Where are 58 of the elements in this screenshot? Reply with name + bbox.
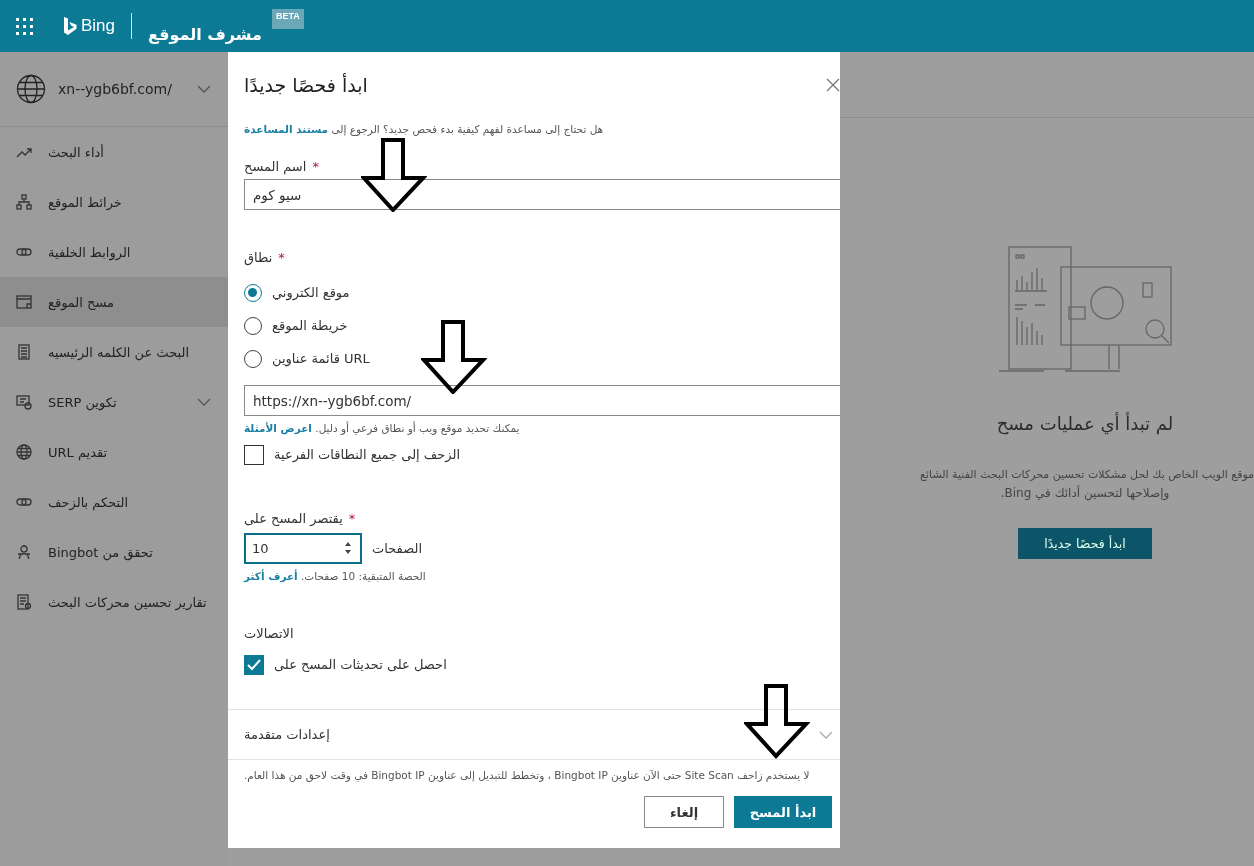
required-mark: * — [312, 158, 319, 174]
field-label: اسم المسح — [244, 158, 307, 174]
description-text: وإصلاحها لتحسين أدائك في Bing. — [1000, 484, 1170, 502]
option-label: موقع الكتروني — [272, 285, 350, 300]
field-label: نطاق — [244, 249, 273, 265]
window-icon — [16, 294, 32, 310]
screen-icon — [16, 394, 32, 410]
info-note: لا يستخدم زاحف Site Scan حتى الآن عناوين Bingbot IP ، وتخطط للتبديل إلى عناوين Bingbot IP في وقت لاحق من هذا العام. — [244, 768, 811, 783]
checkbox[interactable] — [244, 654, 264, 675]
nav-item[interactable]: تكوين SERP — [0, 377, 228, 427]
checkbox-label: الزحف إلى جميع النطاقات الفرعية — [274, 447, 461, 462]
nav-item[interactable]: تقديم URL — [0, 427, 228, 477]
scan-name-field[interactable]: سيو كوم — [244, 179, 840, 210]
new-scan-button[interactable]: ابدأ فحصًا جديدًا — [1018, 528, 1152, 559]
quota-text: الحصة المتبقية: 10 صفحات. أعرف أكثر — [244, 568, 426, 585]
option-label: URL قائمة عناوين — [272, 351, 370, 366]
globe-icon — [16, 444, 32, 460]
option-label: خريطة الموقع — [272, 318, 348, 333]
help-text: هل تحتاج إلى مساعدة لفهم كيفية بدء فحص جديد؟ الرجوع إلى مستند المساعدة — [244, 123, 604, 138]
nav-item[interactable]: البحث عن الكلمه الرئيسيه — [0, 327, 228, 377]
empty-state-heading: لم تبدأ أي عمليات مسح — [996, 413, 1174, 434]
examples-link[interactable]: اعرض الأمثلة — [244, 422, 312, 434]
required-mark: * — [348, 510, 356, 526]
nav-item[interactable]: الروابط الخلفية — [0, 227, 228, 277]
field-label: يقتصر المسح على — [244, 510, 343, 526]
start-scan-button[interactable]: ابدأ المسح — [734, 796, 832, 828]
description-text: موقع الويب الخاص بك لحل مشكلات تحسين محركات البحث الفنية الشائع — [920, 467, 1254, 483]
checkbox[interactable] — [244, 444, 264, 465]
nav-item[interactable]: تقارير تحسين محركات البحث — [0, 577, 228, 627]
app-title: مشرف الموقع — [148, 25, 262, 44]
cancel-button[interactable]: إلغاء — [644, 796, 724, 828]
globe-icon — [16, 74, 46, 104]
nav-item[interactable]: تحقق من Bingbot — [0, 527, 228, 577]
bing-logo-icon — [63, 16, 77, 36]
beta-badge: BETA — [272, 9, 304, 29]
nav-item[interactable]: أداء البحث — [0, 127, 228, 177]
brand-name: Bing — [81, 16, 116, 36]
dialog-title: ابدأ فحصًا جديدًا — [244, 74, 368, 96]
nav-item[interactable]: التحكم بالزحف — [0, 477, 228, 527]
learn-more-link[interactable]: أعرف أكثر — [244, 570, 298, 582]
section-label: الاتصالات — [244, 626, 294, 643]
nav-item[interactable]: مسح الموقع — [0, 277, 228, 327]
page-count-field[interactable]: 10 — [244, 533, 362, 564]
close-icon[interactable] — [826, 78, 840, 92]
url-field[interactable]: https://xn--ygb6bf.com/ — [244, 385, 840, 416]
checkbox-label: احصل على تحديثات المسح على — [274, 657, 447, 672]
spinner-arrows-icon — [344, 541, 352, 555]
hierarchy-icon — [16, 194, 32, 210]
help-link[interactable]: مستند المساعدة — [244, 123, 329, 135]
nav-item[interactable]: خرائط الموقع — [0, 177, 228, 227]
robot-icon — [16, 544, 32, 560]
advanced-settings-toggle[interactable]: إعدادات متقدمة — [228, 709, 840, 760]
hint-text: يمكنك تحديد موقع ويب أو نطاق فرعي أو دليل. اعرض الأمثلة — [244, 420, 520, 437]
app-launcher-icon[interactable] — [16, 17, 33, 35]
report-icon — [16, 594, 32, 610]
unit-label: الصفحات — [372, 541, 422, 556]
required-mark: * — [278, 249, 285, 265]
document-icon — [16, 344, 32, 360]
